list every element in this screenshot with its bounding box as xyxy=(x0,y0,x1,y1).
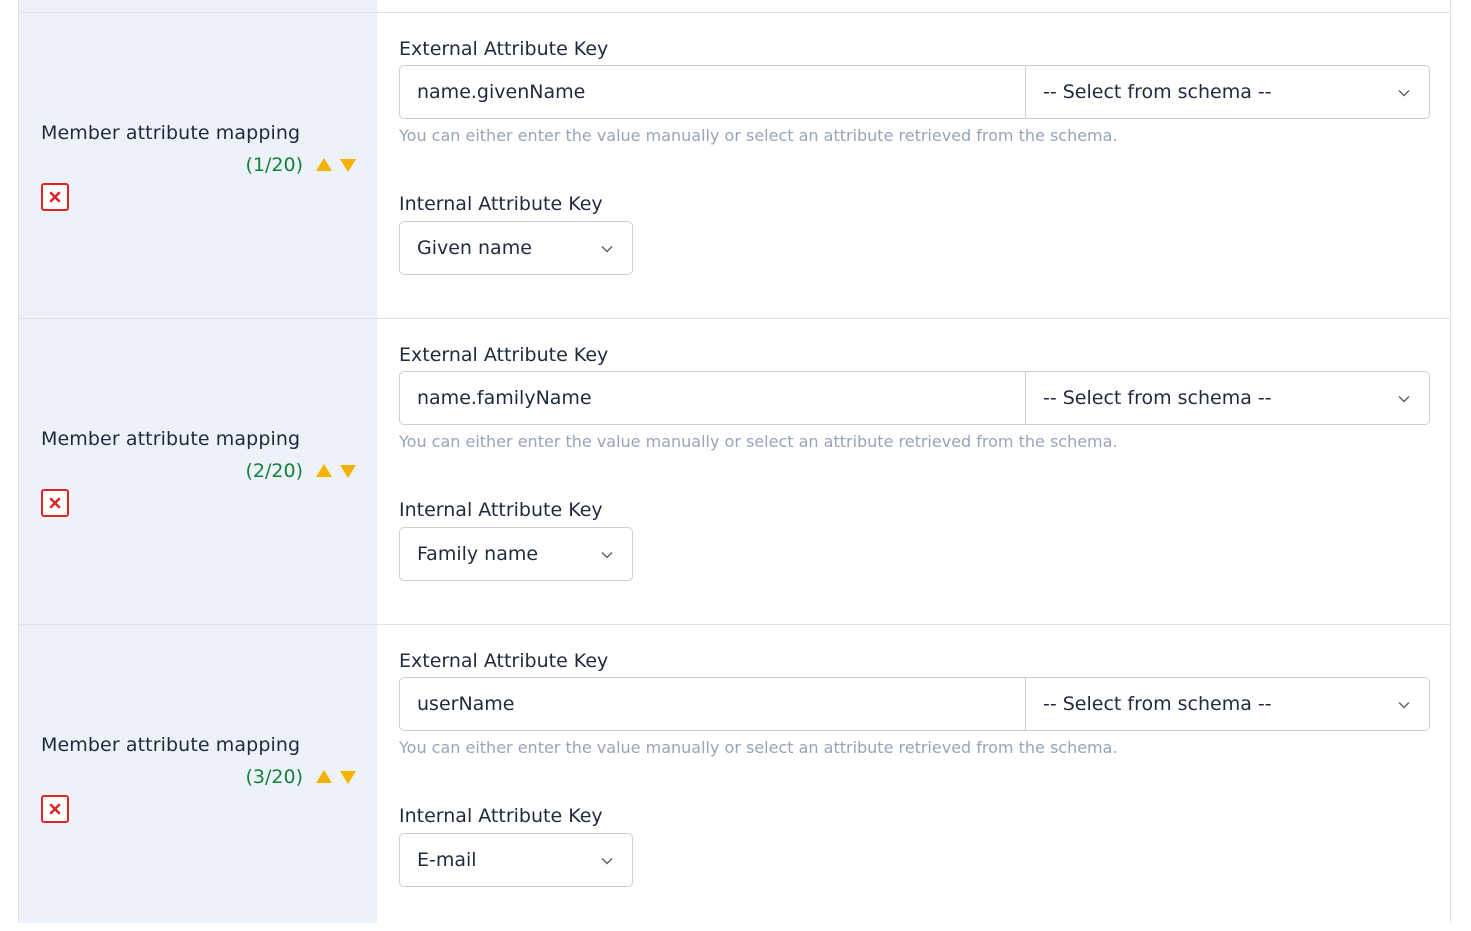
chevron-down-icon xyxy=(601,245,613,253)
triangle-down-icon[interactable] xyxy=(339,768,357,786)
close-x-icon xyxy=(49,497,61,509)
chevron-down-icon xyxy=(601,551,613,559)
chevron-down-icon xyxy=(1398,395,1410,403)
external-attribute-input[interactable] xyxy=(400,678,1026,730)
triangle-down-icon[interactable] xyxy=(339,462,357,480)
external-attribute-label: External Attribute Key xyxy=(399,650,609,672)
mapping-fields: External Attribute Key -- Select from sc… xyxy=(399,625,1431,931)
triangle-down-icon[interactable] xyxy=(339,156,357,174)
schema-select[interactable]: -- Select from schema -- xyxy=(1026,678,1429,730)
mapping-title: Member attribute mapping xyxy=(41,122,301,144)
mapping-fields: External Attribute Key -- Select from sc… xyxy=(399,319,1431,625)
mapping-row: Member attribute mapping (3/20) External… xyxy=(19,625,1450,931)
close-x-icon xyxy=(49,803,61,815)
external-attribute-help: You can either enter the value manually … xyxy=(399,738,1118,757)
schema-select-value: -- Select from schema -- xyxy=(1043,387,1272,409)
external-attribute-group: -- Select from schema -- xyxy=(399,65,1430,119)
mapping-row: Member attribute mapping (1/20) External… xyxy=(19,13,1450,319)
mapping-fields: External Attribute Key -- Select from sc… xyxy=(399,13,1431,319)
external-attribute-help: You can either enter the value manually … xyxy=(399,126,1118,145)
triangle-up-icon[interactable] xyxy=(315,156,333,174)
internal-attribute-select[interactable]: E-mail xyxy=(399,833,633,887)
internal-attribute-value: Given name xyxy=(417,237,532,259)
mapping-title: Member attribute mapping xyxy=(41,734,301,756)
delete-mapping-button[interactable] xyxy=(41,183,69,211)
external-attribute-help: You can either enter the value manually … xyxy=(399,432,1118,451)
external-attribute-label: External Attribute Key xyxy=(399,344,609,366)
schema-select[interactable]: -- Select from schema -- xyxy=(1026,66,1429,118)
internal-attribute-select[interactable]: Given name xyxy=(399,221,633,275)
mapping-row: Member attribute mapping (2/20) External… xyxy=(19,319,1450,625)
chevron-down-icon xyxy=(1398,89,1410,97)
schema-select[interactable]: -- Select from schema -- xyxy=(1026,372,1429,424)
mapping-order-controls: (3/20) xyxy=(246,765,358,789)
external-attribute-input[interactable] xyxy=(400,66,1026,118)
internal-attribute-value: Family name xyxy=(417,543,539,565)
delete-mapping-button[interactable] xyxy=(41,795,69,823)
external-attribute-group: -- Select from schema -- xyxy=(399,677,1430,731)
mapping-title: Member attribute mapping xyxy=(41,428,301,450)
chevron-down-icon xyxy=(1398,701,1410,709)
external-attribute-label: External Attribute Key xyxy=(399,38,609,60)
close-x-icon xyxy=(49,191,61,203)
external-attribute-input[interactable] xyxy=(400,372,1026,424)
internal-attribute-label: Internal Attribute Key xyxy=(399,805,603,827)
schema-select-value: -- Select from schema -- xyxy=(1043,693,1272,715)
mapping-counter: (1/20) xyxy=(245,154,304,176)
mapping-counter: (2/20) xyxy=(245,460,304,482)
delete-mapping-button[interactable] xyxy=(41,489,69,517)
chevron-down-icon xyxy=(601,857,613,865)
internal-attribute-label: Internal Attribute Key xyxy=(399,193,603,215)
mapping-order-controls: (2/20) xyxy=(246,459,358,483)
mapping-counter: (3/20) xyxy=(245,766,304,788)
internal-attribute-select[interactable]: Family name xyxy=(399,527,633,581)
internal-attribute-value: E-mail xyxy=(417,849,477,871)
external-attribute-group: -- Select from schema -- xyxy=(399,371,1430,425)
triangle-up-icon[interactable] xyxy=(315,768,333,786)
mapping-order-controls: (1/20) xyxy=(246,153,358,177)
mapping-row-header: Member attribute mapping (2/20) xyxy=(19,319,377,625)
mapping-list: Member attribute mapping (1/20) External… xyxy=(18,0,1451,923)
triangle-up-icon[interactable] xyxy=(315,462,333,480)
mapping-row-header: Member attribute mapping (3/20) xyxy=(19,625,377,931)
internal-attribute-label: Internal Attribute Key xyxy=(399,499,603,521)
mapping-row-header: Member attribute mapping (1/20) xyxy=(19,13,377,319)
schema-select-value: -- Select from schema -- xyxy=(1043,81,1272,103)
